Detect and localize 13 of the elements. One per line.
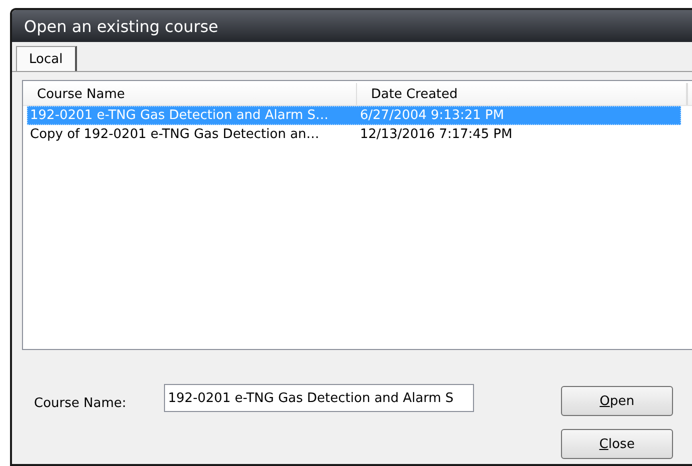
field-label: Course Name: (34, 396, 128, 413)
course-name-field[interactable]: 192-0201 e-TNG Gas Detection and Alarm S (164, 384, 474, 412)
table-cell-text: 192-0201 e-TNG Gas Detection and Alarm S… (29, 107, 330, 124)
list-row[interactable]: Copy of 192-0201 e-TNG Gas Detection an… 12/13/2016 7:17:45 PM (27, 125, 681, 144)
table-cell-text: 6/27/2004 9:13:21 PM (359, 107, 506, 124)
column-header[interactable]: Course Name (23, 83, 357, 105)
open-button[interactable]: Open (561, 386, 673, 416)
table-cell-text: 12/13/2016 7:17:45 PM (359, 126, 514, 143)
table-cell-text: Copy of 192-0201 e-TNG Gas Detection an… (29, 126, 320, 143)
column-header[interactable]: Date Created (357, 83, 687, 105)
tab[interactable]: Local (16, 46, 77, 71)
window-title: Open an existing course (12, 10, 692, 42)
close-button[interactable]: Close (561, 429, 673, 459)
